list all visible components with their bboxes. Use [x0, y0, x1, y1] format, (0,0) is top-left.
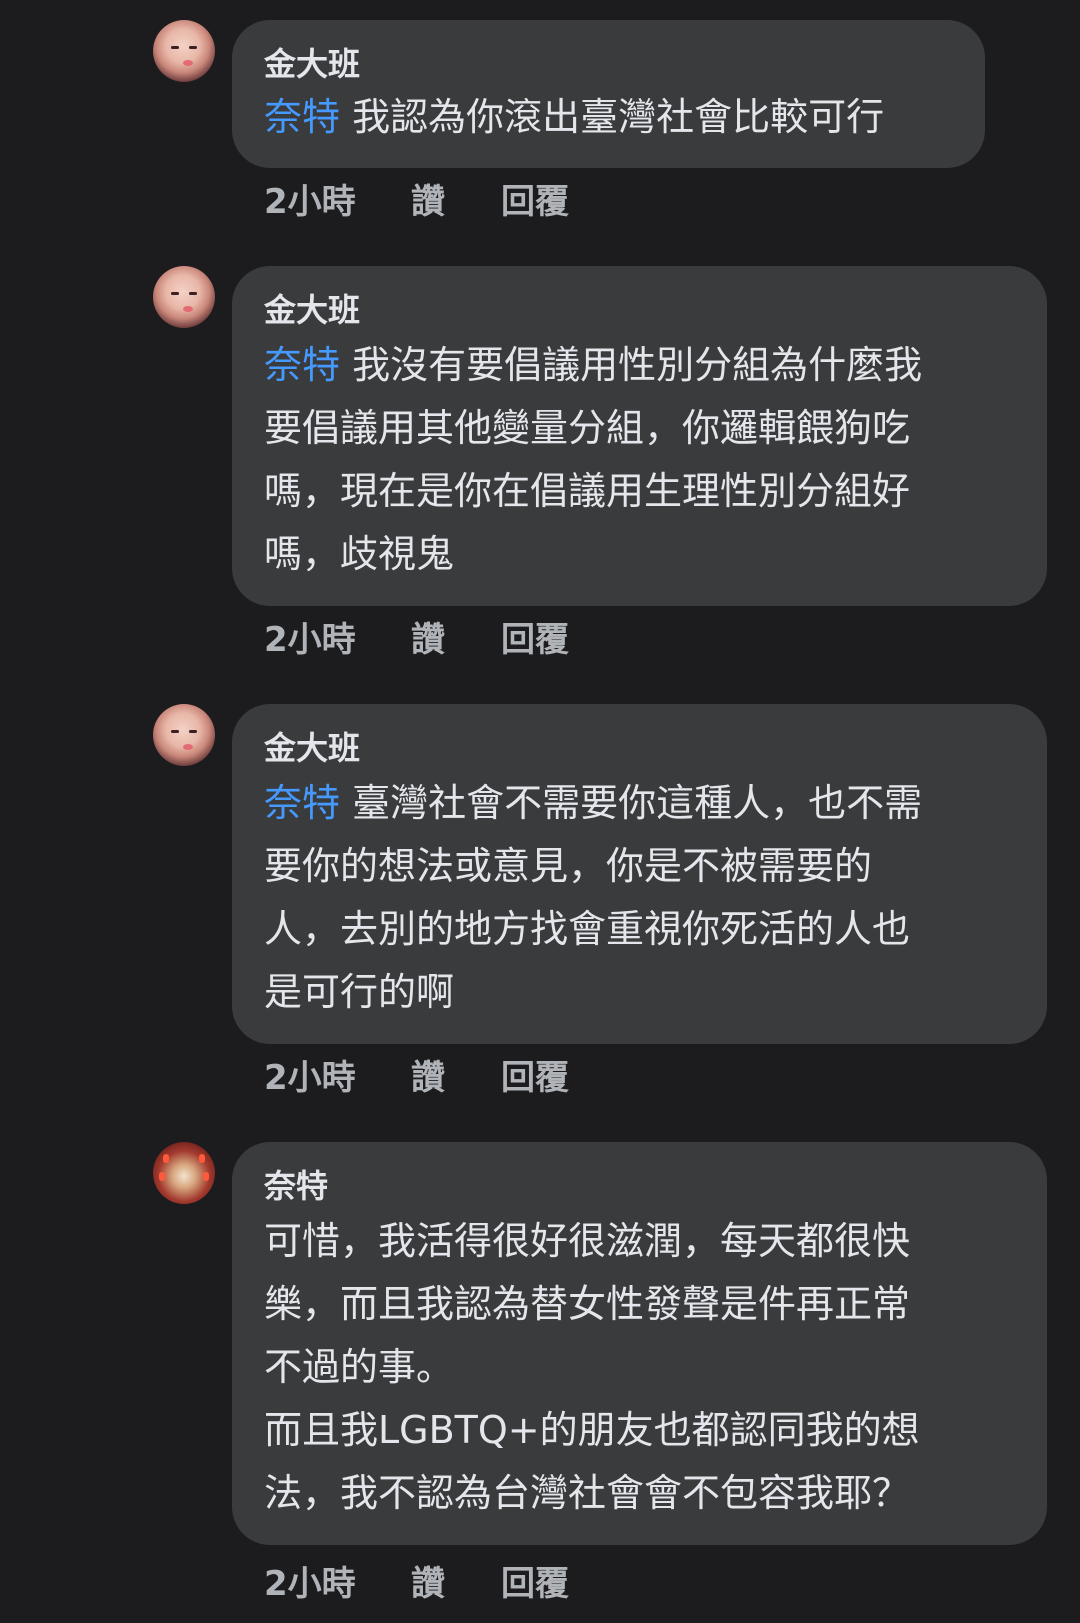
- comment-bubble: 金大班 奈特 我沒有要倡議用性別分組為什麼我 要倡議用其他變量分組，你邏輯餵狗吃…: [232, 266, 1047, 606]
- avatar[interactable]: [153, 20, 215, 82]
- comment-author[interactable]: 奈特: [264, 1164, 1013, 1208]
- avatar-cheek: [183, 306, 193, 312]
- comment-text: 可惜，我活得很好很滋潤，每天都很快 樂，而且我認為替女性發聲是件再正常 不過的事…: [264, 1210, 1013, 1525]
- reply-button[interactable]: 回覆: [501, 1564, 569, 1604]
- comment-text: 奈特 我沒有要倡議用性別分組為什麼我 要倡議用其他變量分組，你邏輯餵狗吃 嗎，現…: [264, 334, 1013, 586]
- like-button[interactable]: 讚: [411, 182, 501, 222]
- avatar-cheek: [183, 60, 193, 66]
- avatar-lantern: [159, 1172, 165, 1181]
- comment-text: 奈特 臺灣社會不需要你這種人，也不需 要你的想法或意見，你是不被需要的 人，去別…: [264, 772, 1013, 1024]
- avatar-eye: [171, 292, 179, 295]
- avatar-cheek: [183, 744, 193, 750]
- comment-bubble: 奈特 可惜，我活得很好很滋潤，每天都很快 樂，而且我認為替女性發聲是件再正常 不…: [232, 1142, 1047, 1545]
- avatar-eye: [189, 292, 197, 295]
- comment-actions: 2小時 讚 回覆: [264, 1058, 569, 1098]
- comment-bubble: 金大班 奈特 臺灣社會不需要你這種人，也不需 要你的想法或意見，你是不被需要的 …: [232, 704, 1047, 1044]
- like-button[interactable]: 讚: [411, 620, 501, 660]
- like-button[interactable]: 讚: [411, 1564, 501, 1604]
- mention-link[interactable]: 奈特: [264, 95, 340, 139]
- comment-body: 我認為你滾出臺灣社會比較可行: [340, 95, 885, 139]
- comment-author[interactable]: 金大班: [264, 726, 1013, 770]
- avatar[interactable]: [153, 266, 215, 328]
- comment-timestamp[interactable]: 2小時: [264, 182, 411, 222]
- mention-link[interactable]: 奈特: [264, 781, 340, 825]
- comment-timestamp[interactable]: 2小時: [264, 1058, 411, 1098]
- avatar-eye: [171, 730, 179, 733]
- comment-actions: 2小時 讚 回覆: [264, 620, 569, 660]
- comment-text: 奈特 我認為你滾出臺灣社會比較可行: [264, 88, 951, 146]
- comment-body: 可惜，我活得很好很滋潤，每天都很快 樂，而且我認為替女性發聲是件再正常 不過的事…: [264, 1219, 920, 1515]
- comment-timestamp[interactable]: 2小時: [264, 1564, 411, 1604]
- avatar-eye: [189, 46, 197, 49]
- comment-body: 我沒有要倡議用性別分組為什麼我 要倡議用其他變量分組，你邏輯餵狗吃 嗎，現在是你…: [264, 343, 923, 576]
- avatar-lantern: [163, 1154, 169, 1163]
- avatar[interactable]: [153, 1142, 215, 1204]
- avatar-lantern: [199, 1154, 205, 1163]
- avatar-eye: [189, 730, 197, 733]
- comment-actions: 2小時 讚 回覆: [264, 182, 569, 222]
- comment-body: 臺灣社會不需要你這種人，也不需 要你的想法或意見，你是不被需要的 人，去別的地方…: [264, 781, 923, 1014]
- comment-bubble: 金大班 奈特 我認為你滾出臺灣社會比較可行: [232, 20, 985, 168]
- comment-actions: 2小時 讚 回覆: [264, 1564, 569, 1604]
- comment-timestamp[interactable]: 2小時: [264, 620, 411, 660]
- avatar-lantern: [203, 1172, 209, 1181]
- reply-button[interactable]: 回覆: [501, 1058, 569, 1098]
- comment-author[interactable]: 金大班: [264, 288, 1013, 332]
- mention-link[interactable]: 奈特: [264, 343, 340, 387]
- reply-button[interactable]: 回覆: [501, 620, 569, 660]
- reply-button[interactable]: 回覆: [501, 182, 569, 222]
- avatar[interactable]: [153, 704, 215, 766]
- comment-author[interactable]: 金大班: [264, 42, 951, 86]
- avatar-eye: [171, 46, 179, 49]
- like-button[interactable]: 讚: [411, 1058, 501, 1098]
- comment-thread: 金大班 奈特 我認為你滾出臺灣社會比較可行 2小時 讚 回覆 金大班 奈特 我沒…: [0, 0, 1080, 1623]
